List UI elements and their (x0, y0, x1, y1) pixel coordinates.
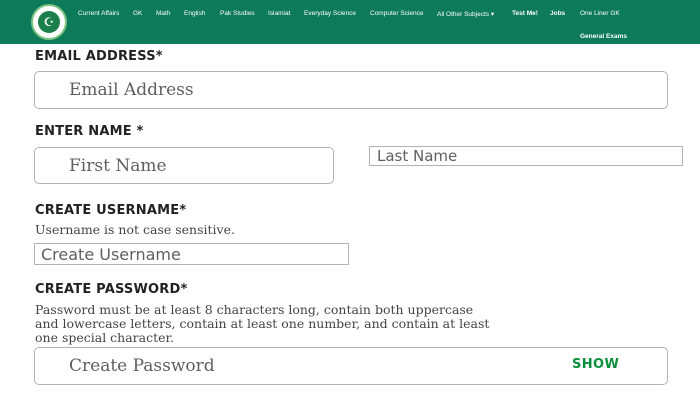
name-label: ENTER NAME * (35, 124, 144, 139)
nav-islamiat[interactable]: Islamiat (268, 10, 290, 17)
site-logo[interactable]: ☪ (31, 4, 67, 40)
username-label: CREATE USERNAME* (35, 203, 187, 218)
top-navbar: ☪ Current Affairs GK Math English Pak St… (0, 0, 700, 44)
nav-test-me[interactable]: Test Me! (512, 10, 538, 17)
email-label: EMAIL ADDRESS* (35, 49, 163, 64)
nav-pak-studies[interactable]: Pak Studies (220, 10, 255, 17)
nav-general-exams[interactable]: General Exams (580, 33, 627, 40)
nav-one-liner-gk[interactable]: One Liner GK (580, 10, 620, 17)
email-input[interactable] (34, 71, 668, 109)
nav-english[interactable]: English (184, 10, 205, 17)
nav-computer-science[interactable]: Computer Science (370, 10, 423, 17)
password-hint-line: Password must be at least 8 characters l… (35, 302, 474, 317)
password-label: CREATE PASSWORD* (35, 282, 188, 297)
password-hint-line: one special character. (35, 330, 175, 345)
password-hint: Password must be at least 8 characters l… (35, 303, 685, 345)
password-hint-line: and lowercase letters, contain at least … (35, 316, 490, 331)
nav-current-affairs[interactable]: Current Affairs (78, 10, 119, 17)
nav-gk[interactable]: GK (133, 10, 142, 17)
nav-math[interactable]: Math (156, 10, 170, 17)
username-hint: Username is not case sensitive. (35, 222, 235, 237)
nav-jobs[interactable]: Jobs (550, 10, 565, 17)
first-name-input[interactable] (34, 147, 334, 184)
nav-all-other-subjects-dropdown[interactable]: All Other Subjects ▾ (437, 10, 494, 18)
show-password-button[interactable]: SHOW (572, 357, 619, 372)
logo-emblem-icon: ☪ (38, 11, 60, 33)
nav-everyday-science[interactable]: Everyday Science (304, 10, 356, 17)
last-name-input[interactable] (369, 146, 683, 166)
username-input[interactable] (34, 243, 349, 265)
